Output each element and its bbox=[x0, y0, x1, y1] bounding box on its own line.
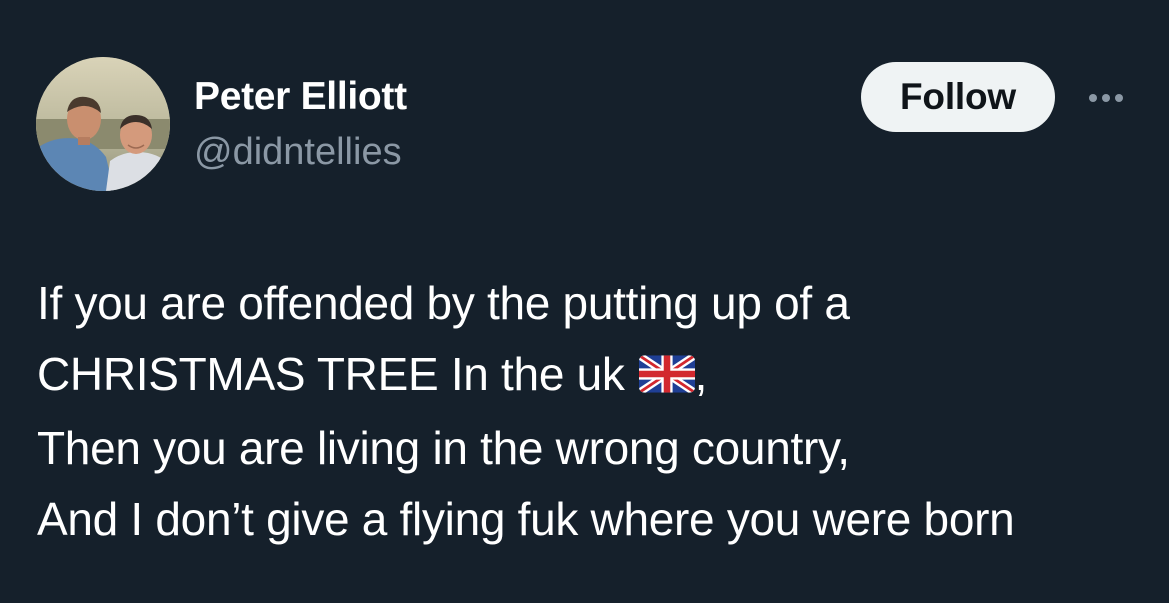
uk-flag-icon bbox=[638, 343, 695, 414]
tweet-line-text: CHRISTMAS TREE In the uk bbox=[37, 347, 625, 400]
tweet-line: If you are offended by the putting up of… bbox=[37, 277, 850, 329]
follow-button[interactable]: Follow bbox=[861, 62, 1055, 132]
more-dot bbox=[1102, 94, 1110, 102]
tweet-line: And I don’t give a flying fuk where you … bbox=[37, 492, 1015, 545]
more-horizontal-icon[interactable] bbox=[1083, 84, 1129, 112]
more-dot bbox=[1115, 94, 1123, 102]
author-display-name[interactable]: Peter Elliott bbox=[194, 74, 407, 120]
tweet-line: CHRISTMAS TREE In the uk , bbox=[37, 339, 1157, 414]
tweet-text: If you are offended by the putting up of… bbox=[37, 268, 1157, 554]
tweet-line: Then you are living in the wrong country… bbox=[37, 422, 850, 474]
more-dot bbox=[1089, 94, 1097, 102]
author-handle[interactable]: @didntellies bbox=[194, 130, 402, 174]
avatar[interactable] bbox=[36, 57, 170, 191]
tweet-line-suffix: , bbox=[694, 347, 708, 400]
tweet-card: Peter Elliott @didntellies Follow If you… bbox=[0, 0, 1169, 603]
